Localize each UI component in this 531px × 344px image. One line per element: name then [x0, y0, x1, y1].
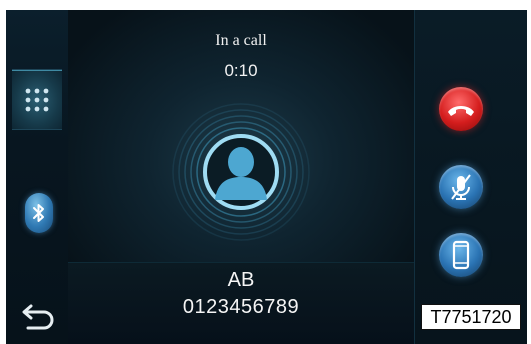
divider: [12, 129, 62, 130]
bluetooth-icon: [33, 204, 44, 222]
call-panel: In a call 0:10 AB 0123456789: [68, 10, 414, 344]
contact-name: AB: [227, 269, 255, 291]
mute-microphone-icon: [451, 174, 471, 200]
keypad-icon: [25, 88, 49, 112]
contact-avatar: [172, 103, 310, 241]
call-timer: 0:10: [224, 61, 258, 80]
left-sidebar: [6, 10, 69, 344]
handset-icon: [452, 240, 470, 270]
phone-screen: In a call 0:10 AB 0123456789: [6, 10, 527, 344]
handset-mode-button[interactable]: [439, 233, 483, 277]
keypad-button[interactable]: [12, 70, 62, 130]
contact-number: 0123456789: [182, 296, 300, 318]
right-sidebar: [414, 10, 527, 344]
bluetooth-button[interactable]: [25, 193, 53, 233]
mute-button[interactable]: [439, 165, 483, 209]
hang-up-icon: [448, 106, 474, 116]
hang-up-button[interactable]: [439, 87, 483, 131]
back-arrow-icon[interactable]: [20, 302, 56, 332]
call-status-label: In a call: [215, 32, 267, 49]
figure-reference-code: T7751720: [421, 304, 521, 330]
